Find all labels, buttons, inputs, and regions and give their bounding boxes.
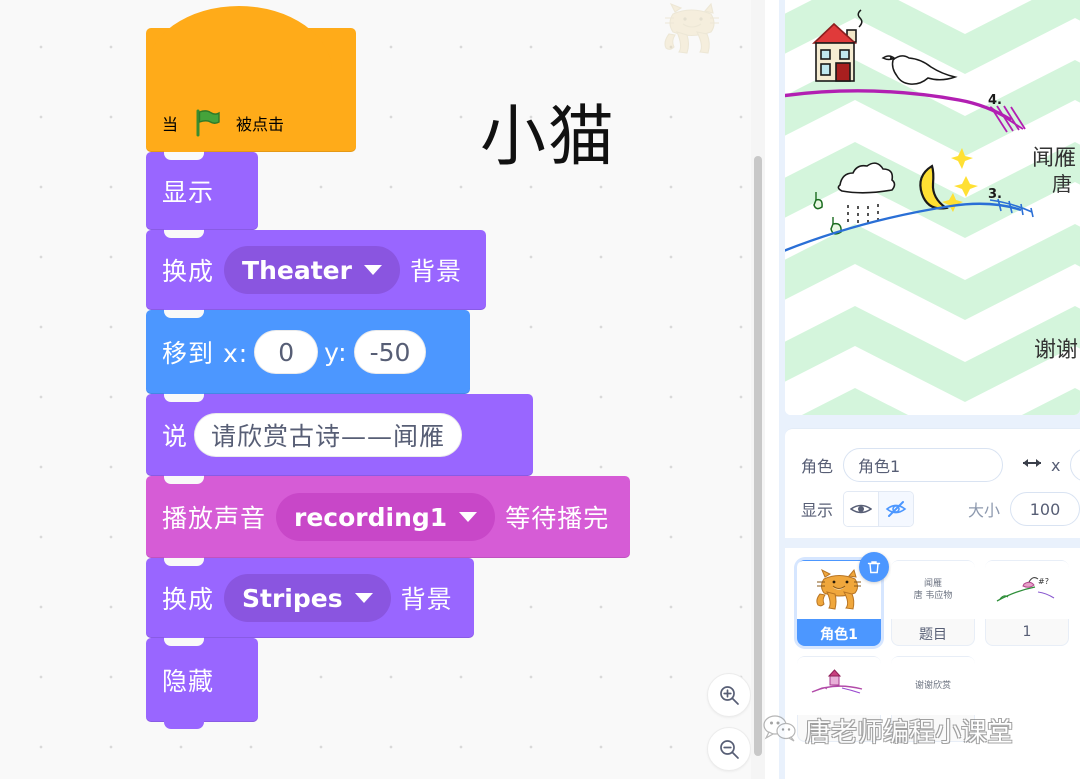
block-label-backdrop-2: 背景 xyxy=(400,585,453,614)
hat-block-dome xyxy=(146,6,332,76)
sprite-name-label: 角色 xyxy=(801,457,834,476)
block-show[interactable]: 显示 xyxy=(146,152,258,237)
sprite-card-drawing-2[interactable] xyxy=(797,656,881,742)
sprite-thumbnail-drawing-2 xyxy=(797,657,881,715)
sprite-card-1[interactable]: #? 1 xyxy=(985,560,1069,646)
y-coordinate-input[interactable]: -50 xyxy=(353,330,427,374)
block-label-clicked: 被点击 xyxy=(236,117,285,134)
svg-text:#?: #? xyxy=(1038,577,1049,586)
sprite-name-input[interactable]: 角色1 xyxy=(843,448,1004,482)
sprite-thumbnail-drawing-1: #? xyxy=(985,561,1069,619)
backdrop-dropdown-value-2: Stripes xyxy=(242,583,343,613)
scratch-editor-window: 小猫 当 被点击 显示 换成 Theater 背景 移到 x: 0 y: -50… xyxy=(0,0,1080,779)
backdrop-dropdown-stripes[interactable]: Stripes xyxy=(224,574,391,622)
sprite-name: 1 xyxy=(1022,624,1032,640)
stage-and-sprite-panel: 4. 3. 闻雁 唐 谢谢 角色 角色1 x 显示 大小 100 角色1 闻雁 … xyxy=(779,0,1080,779)
block-label-when: 当 xyxy=(162,117,179,134)
sprite-thumbnail-text-content: 闻雁唐 韦应物 xyxy=(913,578,953,601)
block-label-show: 显示 xyxy=(162,178,215,207)
sprite-name-row: 角色 角色1 x xyxy=(801,443,1080,487)
x-coordinate-input[interactable]: 0 xyxy=(254,330,319,374)
sprite-card-jiaose1[interactable]: 角色1 xyxy=(797,552,889,646)
horizontal-arrows-icon xyxy=(1021,454,1043,476)
block-label-backdrop: 背景 xyxy=(409,257,462,286)
stage-marker-4: 4. xyxy=(988,93,1002,108)
sound-dropdown-value: recording1 xyxy=(294,502,448,532)
block-when-green-flag-clicked[interactable]: 当 被点击 xyxy=(146,6,356,159)
block-say[interactable]: 说 请欣赏古诗——闻雁 xyxy=(146,394,533,483)
backdrop-dropdown-theater[interactable]: Theater xyxy=(224,246,400,294)
workspace-vertical-scrollbar[interactable] xyxy=(751,0,765,779)
block-hide[interactable]: 隐藏 xyxy=(146,638,258,729)
script-stack[interactable]: 当 被点击 显示 换成 Theater 背景 移到 x: 0 y: -50 说 … xyxy=(146,6,630,729)
sprite-card-timu[interactable]: 闻雁唐 韦应物 题目 xyxy=(891,560,975,646)
block-label-hide: 隐藏 xyxy=(162,667,215,696)
eye-icon[interactable] xyxy=(844,492,879,526)
sprite-show-label: 显示 xyxy=(801,501,834,520)
code-workspace-canvas[interactable]: 小猫 当 被点击 显示 换成 Theater 背景 移到 x: 0 y: -50… xyxy=(0,0,765,779)
block-label-switch-to-2: 换成 xyxy=(162,585,215,614)
chevron-down-icon xyxy=(354,593,373,603)
block-play-sound-until-done[interactable]: 播放声音 recording1 等待播完 xyxy=(146,476,630,565)
zoom-out-icon[interactable] xyxy=(707,727,751,771)
sprite-card-thanks[interactable]: 谢谢欣赏 xyxy=(891,656,975,742)
stage-marker-3: 3. xyxy=(988,187,1002,202)
block-go-to-xy[interactable]: 移到 x: 0 y: -50 xyxy=(146,310,470,401)
chevron-down-icon xyxy=(363,265,382,275)
block-switch-backdrop-theater[interactable]: 换成 Theater 背景 xyxy=(146,230,486,317)
stage-thanks-text: 谢谢 xyxy=(1033,338,1078,363)
block-label-go-to-x: 移到 x: xyxy=(162,339,249,368)
sprite-name: 角色1 xyxy=(820,627,858,643)
stage-poem-author: 唐 xyxy=(1052,172,1072,196)
block-label-switch-to: 换成 xyxy=(162,257,215,286)
block-switch-backdrop-stripes[interactable]: 换成 Stripes 背景 xyxy=(146,558,474,645)
block-label-play-sound: 播放声音 xyxy=(162,504,267,533)
sprite-thumbnail-text-2: 谢谢欣赏 xyxy=(891,657,975,715)
sprite-x-label: x xyxy=(1051,455,1061,475)
backdrop-dropdown-value: Theater xyxy=(242,255,352,285)
chevron-down-icon xyxy=(459,512,478,522)
green-flag-icon xyxy=(192,108,222,138)
sprite-size-label: 大小 xyxy=(967,501,1000,520)
scrollbar-thumb[interactable] xyxy=(754,156,762,756)
sprite-thumbnail-text: 闻雁唐 韦应物 xyxy=(891,561,975,619)
stage-area[interactable]: 4. 3. 闻雁 唐 谢谢 xyxy=(785,0,1080,415)
say-text-input[interactable]: 请欣赏古诗——闻雁 xyxy=(194,413,463,457)
sprite-visibility-row: 显示 大小 100 xyxy=(801,487,1080,531)
visibility-toggle-group[interactable] xyxy=(843,491,914,527)
eye-slash-icon[interactable] xyxy=(878,492,913,526)
trash-icon[interactable] xyxy=(859,552,889,582)
sprite-info-pane: 角色 角色1 x 显示 大小 100 xyxy=(785,428,1080,538)
block-label-y: y: xyxy=(324,337,348,367)
zoom-in-icon[interactable] xyxy=(707,673,751,717)
sound-dropdown-recording1[interactable]: recording1 xyxy=(276,493,496,541)
sprite-size-input[interactable]: 100 xyxy=(1010,492,1080,526)
scratch-cat-icon xyxy=(661,2,723,56)
sprite-thumbnail-text-content: 谢谢欣赏 xyxy=(914,680,951,691)
block-label-say: 说 xyxy=(162,422,189,451)
block-label-until-done: 等待播完 xyxy=(505,504,610,533)
sprite-x-input[interactable] xyxy=(1070,448,1080,482)
sprite-list-pane[interactable]: 角色1 闻雁唐 韦应物 题目 #? 1 谢谢欣赏 xyxy=(785,548,1080,779)
sprite-name: 题目 xyxy=(919,627,947,643)
